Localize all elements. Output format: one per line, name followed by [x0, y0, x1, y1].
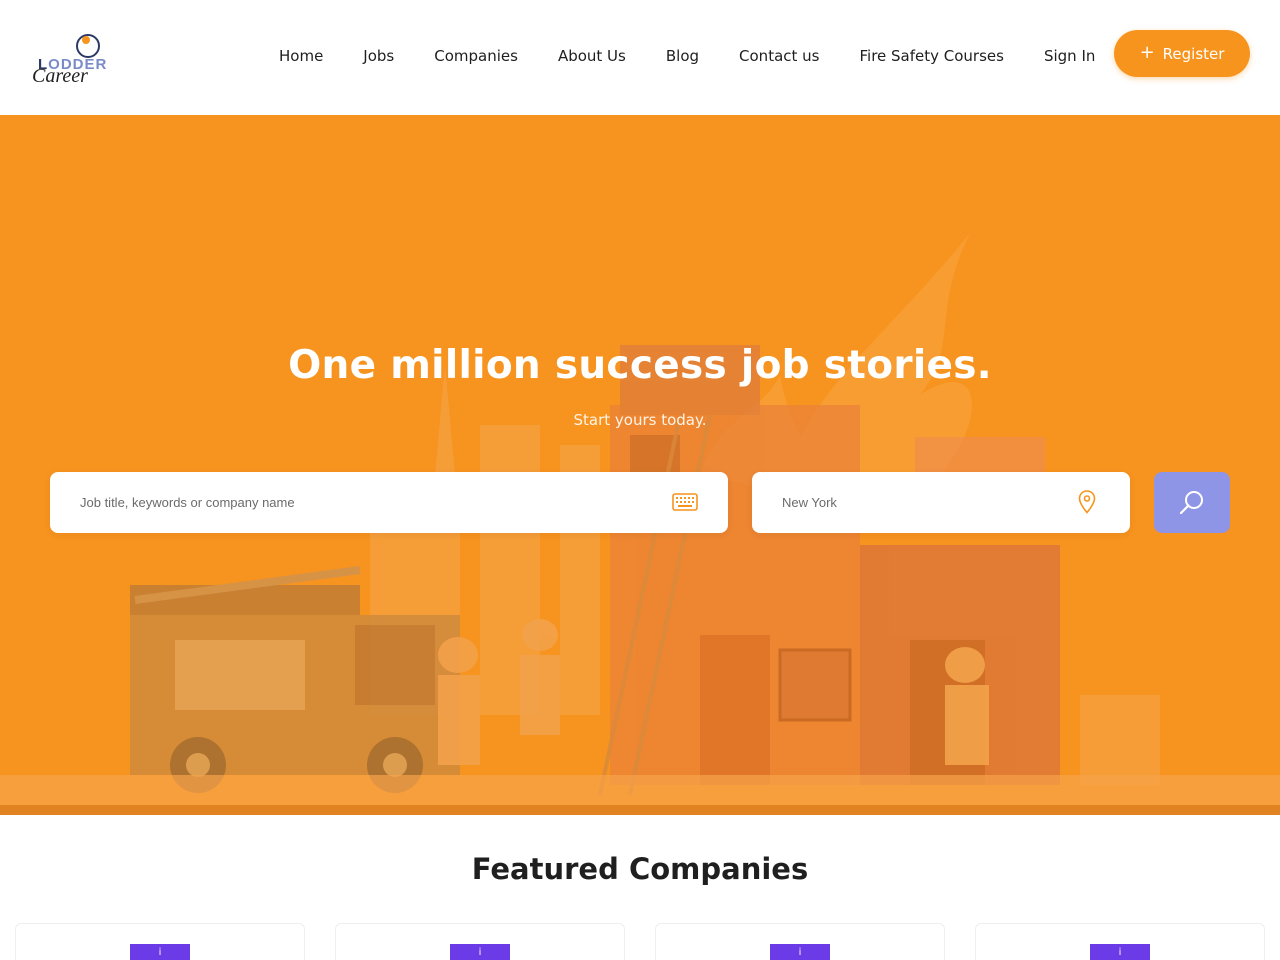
company-logo: i [770, 944, 830, 960]
site-logo[interactable]: LODDER Career [32, 32, 132, 90]
logo-dot [82, 36, 90, 44]
nav-fire-safety-courses[interactable]: Fire Safety Courses [859, 44, 1003, 68]
map-pin-icon [1078, 490, 1096, 514]
company-logo: i [130, 944, 190, 960]
hero-subtitle: Start yours today. [573, 411, 707, 429]
plus-icon: + [1139, 41, 1155, 63]
nav-about-us[interactable]: About Us [558, 44, 626, 68]
search-icon [1179, 490, 1203, 514]
keyword-search-field [50, 472, 728, 533]
keyword-search-input[interactable] [80, 472, 640, 533]
nav-contact-us[interactable]: Contact us [739, 44, 819, 68]
main-nav: Home Jobs Companies About Us Blog Contac… [279, 44, 1095, 68]
company-card[interactable]: i [15, 923, 305, 960]
nav-companies[interactable]: Companies [434, 44, 518, 68]
hero-title: One million success job stories. [288, 343, 992, 388]
nav-home[interactable]: Home [279, 44, 323, 68]
company-card[interactable]: i [655, 923, 945, 960]
firefighters-illustration [0, 233, 1280, 815]
featured-companies-title: Featured Companies [471, 852, 809, 886]
register-button[interactable]: + Register [1114, 30, 1250, 77]
site-header: LODDER Career Home Jobs Companies About … [0, 0, 1280, 115]
nav-sign-in[interactable]: Sign In [1044, 44, 1095, 68]
company-card[interactable]: i [335, 923, 625, 960]
keyboard-icon [672, 493, 698, 511]
search-button[interactable] [1154, 472, 1230, 533]
nav-blog[interactable]: Blog [666, 44, 699, 68]
location-search-field [752, 472, 1130, 533]
logo-wordmark-bottom: Career [32, 65, 88, 87]
nav-jobs[interactable]: Jobs [363, 44, 394, 68]
hero-section: One million success job stories. Start y… [0, 115, 1280, 815]
company-logo: i [1090, 944, 1150, 960]
company-logo: i [450, 944, 510, 960]
location-input[interactable] [782, 472, 1062, 533]
company-card[interactable]: i [975, 923, 1265, 960]
register-label: Register [1162, 44, 1225, 63]
